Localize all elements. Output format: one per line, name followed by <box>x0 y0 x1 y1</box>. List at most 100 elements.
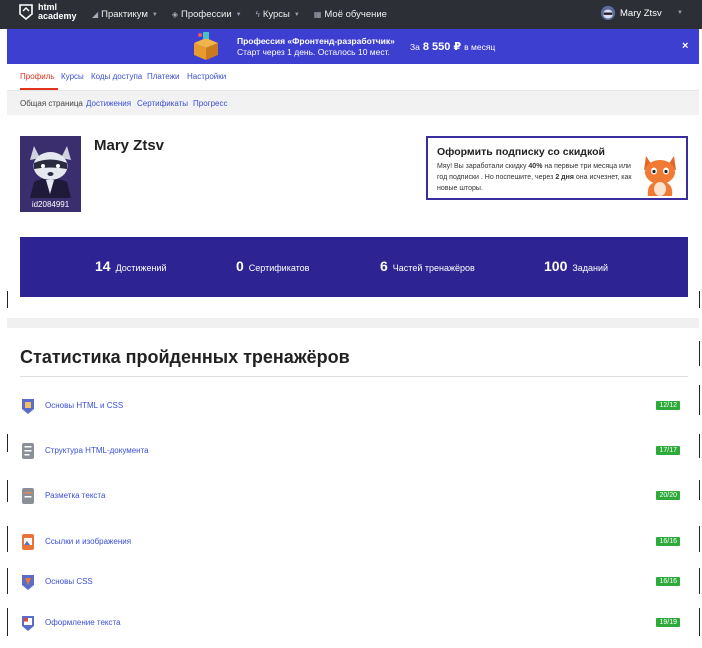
stat-certificates[interactable]: 0 Сертификатов <box>236 258 309 274</box>
nav-label: Курсы <box>262 9 290 20</box>
bolt-icon: ϟ <box>255 10 260 19</box>
logo[interactable]: html academy <box>19 3 78 21</box>
divider <box>699 480 700 500</box>
promo-price: За 8 550 ₽ в месяц <box>410 40 495 53</box>
stats-panel: 14 Достижений 0 Сертификатов 6 Частей тр… <box>20 237 688 297</box>
trainer-css-icon <box>22 575 34 590</box>
divider <box>699 434 700 458</box>
stat-label: Достижений <box>115 263 167 273</box>
price-value: 8 550 ₽ <box>422 41 462 53</box>
divider <box>7 568 8 594</box>
stat-tasks[interactable]: 100 Заданий <box>544 258 608 274</box>
trainer-document-icon <box>22 443 34 459</box>
raccoon-avatar-icon <box>20 136 81 198</box>
trainer-shield-icon <box>22 399 34 414</box>
subtab-achievements[interactable]: Достижения <box>86 99 131 108</box>
chevron-down-icon: ▼ <box>235 11 242 18</box>
trainer-typography-icon <box>22 616 34 631</box>
trainer-image-icon <box>22 534 34 550</box>
raccoon-avatar-icon <box>601 6 615 20</box>
trainer-row[interactable]: Основы HTML и CSS 12/12 <box>20 397 680 417</box>
divider <box>20 376 688 377</box>
discount-offer-card[interactable]: Оформить подписку со скидкой Мяу! Вы зар… <box>426 136 688 200</box>
stat-label: Заданий <box>572 263 609 273</box>
trainer-row[interactable]: Разметка текста 20/20 <box>20 487 680 507</box>
price-prefix: За <box>410 42 420 52</box>
logo-line-2: academy <box>38 11 77 21</box>
trainer-row[interactable]: Структура HTML-документа 17/17 <box>20 442 680 462</box>
divider <box>699 341 700 366</box>
user-name: Mary Ztsv <box>620 7 662 19</box>
trainer-name[interactable]: Разметка текста <box>45 491 105 500</box>
divider <box>699 526 700 552</box>
section-gap <box>7 318 699 328</box>
trainer-name[interactable]: Основы CSS <box>45 577 93 586</box>
progress-badge: 16/16 <box>656 537 680 546</box>
trainer-row[interactable]: Ссылки и изображения 16/16 <box>20 533 680 553</box>
nav-label: Моё обучение <box>324 9 387 20</box>
stat-value: 100 <box>544 258 568 274</box>
stat-label: Частей тренажёров <box>392 263 475 273</box>
profile-name: Mary Ztsv <box>94 137 165 154</box>
top-navigation-bar: html academy ◢ Практикум ▼ ◈ Профессии ▼… <box>0 0 702 29</box>
progress-badge: 17/17 <box>656 446 680 455</box>
user-menu[interactable]: Mary Ztsv <box>601 6 662 20</box>
promo-banner[interactable]: Профессия «Фронтенд-разработчик» Старт ч… <box>7 29 699 64</box>
profile-tabs: Профиль Курсы Коды доступа Платежи Настр… <box>7 64 699 91</box>
trainer-name[interactable]: Ссылки и изображения <box>45 537 131 546</box>
stat-value: 0 <box>236 258 244 274</box>
shield-logo-icon <box>19 4 33 20</box>
trainer-text-icon <box>22 488 34 504</box>
avatar <box>601 6 615 20</box>
subtab-certificates[interactable]: Сертификаты <box>137 99 188 108</box>
nav-item-courses[interactable]: ϟ Курсы ▼ <box>256 9 300 20</box>
subtab-progress[interactable]: Прогресс <box>193 99 227 108</box>
progress-badge: 16/16 <box>656 577 680 586</box>
price-suffix: в месяц <box>464 42 496 52</box>
active-tab-indicator <box>20 88 58 90</box>
progress-badge: 19/19 <box>656 618 680 627</box>
divider <box>7 434 8 452</box>
close-icon[interactable]: × <box>682 40 688 52</box>
dash-icon: ▦ <box>313 10 322 19</box>
cap-icon: ◈ <box>171 10 179 19</box>
trainer-name[interactable]: Основы HTML и CSS <box>45 401 123 410</box>
divider <box>7 291 8 308</box>
tab-courses[interactable]: Курсы <box>61 72 84 81</box>
nav-item-practicum[interactable]: ◢ Практикум ▼ <box>92 9 158 20</box>
chevron-down-icon: ▼ <box>293 11 300 18</box>
stat-label: Сертификатов <box>248 263 310 273</box>
stat-achievements[interactable]: 14 Достижений <box>95 258 166 274</box>
trainer-row[interactable]: Оформление текста 19/19 <box>20 614 680 634</box>
trainer-name[interactable]: Структура HTML-документа <box>45 446 149 455</box>
divider <box>7 608 8 636</box>
divider <box>7 480 8 502</box>
divider <box>699 291 700 308</box>
subtab-overview[interactable]: Общая страница <box>20 99 83 108</box>
promo-subtitle: Старт через 1 день. Осталось 10 мест. <box>237 47 390 57</box>
nav-label: Профессии <box>181 9 232 20</box>
chevron-down-icon[interactable]: ▼ <box>677 10 683 16</box>
trainer-row[interactable]: Основы CSS 16/16 <box>20 573 680 593</box>
tab-settings[interactable]: Настройки <box>187 72 226 81</box>
progress-badge: 20/20 <box>656 491 680 500</box>
chevron-down-icon: ▼ <box>151 11 158 18</box>
progress-badge: 12/12 <box>656 401 680 410</box>
tab-payments[interactable]: Платежи <box>147 72 179 81</box>
stat-trainer-parts[interactable]: 6 Частей тренажёров <box>380 258 475 274</box>
trainer-stats-title: Статистика пройденных тренажёров <box>20 347 350 367</box>
cat-mascot-icon <box>644 156 676 196</box>
stat-value: 6 <box>380 258 388 274</box>
stat-value: 14 <box>95 258 111 274</box>
trainer-name[interactable]: Оформление текста <box>45 618 121 627</box>
divider <box>699 568 700 594</box>
gift-box-icon <box>194 32 218 60</box>
nav-item-professions[interactable]: ◈ Профессии ▼ <box>172 9 242 20</box>
profile-subtabs: Общая страница Достижения Сертификаты Пр… <box>7 91 699 115</box>
nav-item-my-learning[interactable]: ▦ Моё обучение <box>314 9 387 20</box>
profile-id: id2084991 <box>20 198 81 212</box>
tab-profile[interactable]: Профиль <box>20 72 55 81</box>
divider <box>699 385 700 415</box>
divider <box>7 526 8 552</box>
tab-access-codes[interactable]: Коды доступа <box>91 72 142 81</box>
